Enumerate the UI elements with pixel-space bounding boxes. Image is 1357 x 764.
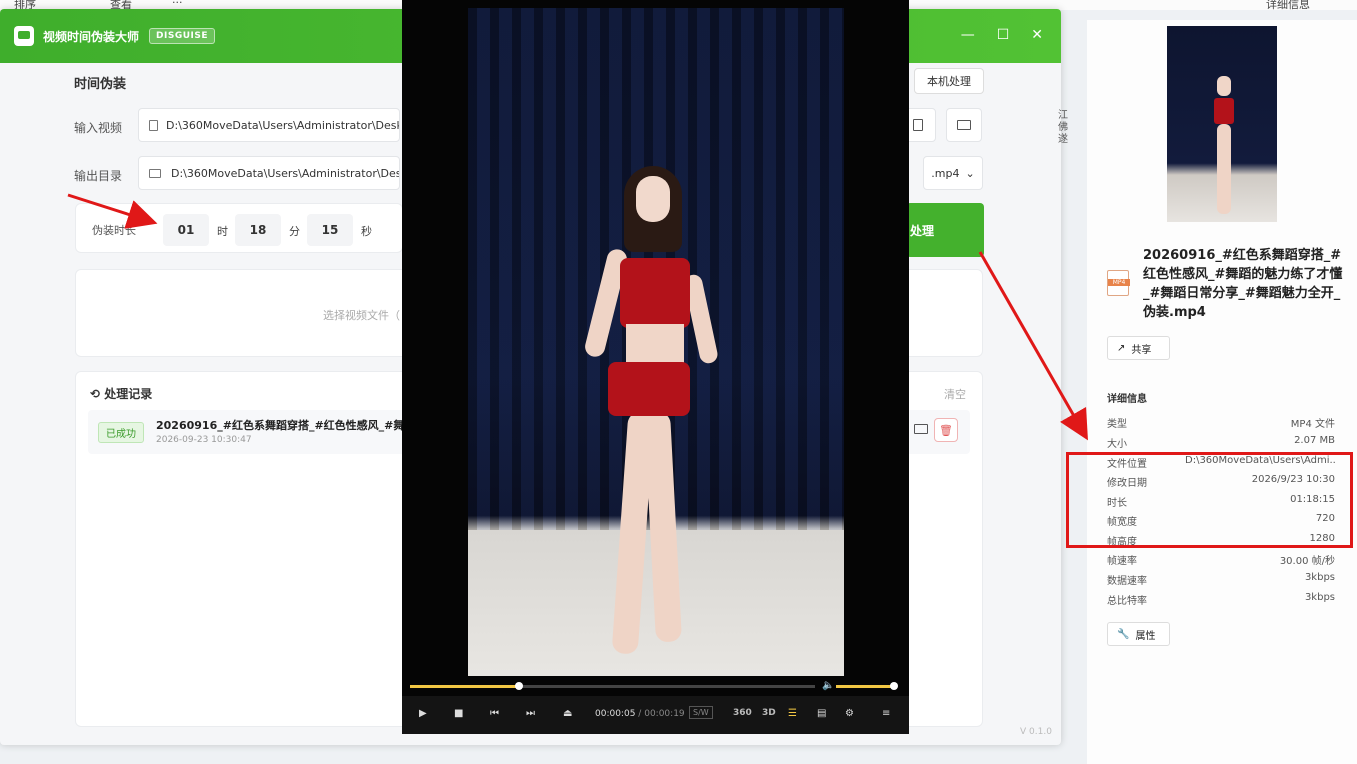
- app-logo-icon: [14, 26, 34, 46]
- detail-key: 类型: [1107, 419, 1127, 430]
- mp4-file-icon: MP4: [1107, 270, 1130, 296]
- section-title: 时间伪装: [74, 77, 127, 92]
- output-dir-field[interactable]: D:\360MoveData\Users\Administrator\Deskt…: [138, 156, 400, 190]
- maximize-icon[interactable]: ☐: [997, 27, 1010, 43]
- details-title: 详细信息: [1107, 394, 1147, 405]
- minutes-input[interactable]: 18: [235, 214, 281, 246]
- next-icon[interactable]: ⏭: [526, 708, 535, 719]
- eject-icon[interactable]: ⏏: [563, 708, 572, 719]
- volume-icon[interactable]: 🔈: [822, 680, 834, 691]
- file-icon-label: MP4: [1108, 279, 1130, 286]
- duration-label: 伪装时长: [92, 224, 136, 237]
- input-video-label: 输入视频: [74, 121, 123, 135]
- detail-key: 大小: [1107, 439, 1127, 450]
- video-player: 🔈 ▶ ■ ⏮ ⏭ ⏏ 00:00:05 / 00:00:19 S/W 360 …: [402, 0, 909, 734]
- playlist-search-icon[interactable]: ☰: [788, 708, 797, 719]
- menu-icon[interactable]: ≡: [882, 708, 890, 719]
- seconds-input[interactable]: 15: [307, 214, 353, 246]
- play-icon[interactable]: ▶: [419, 708, 427, 719]
- start-process-button[interactable]: 处理: [906, 203, 984, 257]
- trash-icon[interactable]: 🗑: [934, 418, 958, 442]
- subtitle-icon[interactable]: ▤: [817, 708, 826, 719]
- clear-button[interactable]: 清空: [944, 386, 966, 402]
- vr360-button[interactable]: 360: [733, 708, 752, 718]
- stop-icon[interactable]: ■: [454, 708, 463, 719]
- video-frame[interactable]: [468, 8, 844, 676]
- sw-toggle[interactable]: S/W: [689, 706, 713, 719]
- local-process-button[interactable]: 本机处理: [914, 68, 984, 94]
- detail-value: 3kbps: [1304, 592, 1335, 603]
- detail-value: 30.00 帧/秒: [1279, 556, 1335, 567]
- record-name: 20260916_#红色系舞蹈穿搭_#红色性感风_#舞蹈: [156, 419, 416, 432]
- output-dir-label: 输出目录: [74, 169, 123, 183]
- folder-icon[interactable]: [914, 420, 934, 440]
- volume-slider[interactable]: [836, 682, 898, 690]
- minimize-icon[interactable]: —: [961, 27, 975, 43]
- properties-button[interactable]: 🔧 属性: [1107, 622, 1170, 646]
- input-path-text: D:\360MoveData\Users\Administrator\Deskt…: [166, 118, 400, 132]
- seek-handle[interactable]: [515, 682, 524, 690]
- video-thumbnail: [1167, 26, 1277, 222]
- document-icon: [913, 119, 923, 131]
- hours-input[interactable]: 01: [163, 214, 209, 246]
- folder-icon: [957, 120, 971, 130]
- highlight-box: [1066, 452, 1353, 548]
- total-time: 00:00:19: [644, 709, 685, 719]
- current-time: 00:00:05: [595, 709, 636, 719]
- format-select[interactable]: .mp4 ⌄: [923, 156, 983, 190]
- player-controls: ▶ ■ ⏮ ⏭ ⏏ 00:00:05 / 00:00:19 S/W 360 3D…: [402, 696, 909, 734]
- details-toggle-button[interactable]: 详细信息: [1266, 0, 1310, 12]
- more-button[interactable]: ···: [172, 0, 183, 9]
- volume-handle[interactable]: [890, 682, 898, 690]
- format-value: .mp4: [931, 166, 960, 180]
- share-button[interactable]: ↗ 共享: [1107, 336, 1170, 360]
- hour-unit: 时: [217, 225, 228, 238]
- previous-icon[interactable]: ⏮: [490, 708, 499, 719]
- records-title-text: 处理记录: [104, 387, 153, 401]
- properties-label: 属性: [1135, 630, 1156, 642]
- second-unit: 秒: [361, 225, 372, 238]
- file-name: 20260916_#红色系舞蹈穿搭_#红色性感风_#舞蹈的魅力练了才懂_#舞蹈日…: [1143, 248, 1343, 320]
- version-label: V 0.1.0: [1020, 727, 1052, 737]
- disguise-badge: DISGUISE: [149, 28, 215, 44]
- detail-key: 帧速率: [1107, 556, 1137, 567]
- details-pane: MP4 20260916_#红色系舞蹈穿搭_#红色性感风_#舞蹈的魅力练了才懂_…: [1087, 20, 1357, 764]
- chevron-down-icon: ⌄: [965, 166, 975, 180]
- share-label: 共享: [1131, 344, 1152, 356]
- records-title: ⟲ 处理记录: [90, 385, 152, 402]
- time-separator: /: [638, 709, 642, 719]
- record-time: 2026-09-23 10:30:47: [156, 435, 252, 445]
- app-title: 视频时间伪装大师: [43, 29, 140, 44]
- wrench-icon: 🔧: [1117, 628, 1130, 640]
- seek-bar[interactable]: [410, 682, 815, 690]
- detail-value: 2.07 MB: [1294, 435, 1335, 446]
- share-icon: ↗: [1117, 342, 1126, 354]
- detail-value: 3kbps: [1304, 572, 1335, 583]
- file-icon: [149, 119, 158, 131]
- threed-button[interactable]: 3D: [762, 708, 776, 718]
- time-display: 00:00:05 / 00:00:19: [595, 709, 685, 719]
- side-strip-text: 江 佛 遂: [1058, 110, 1068, 145]
- gear-icon[interactable]: ⚙: [845, 708, 854, 719]
- drop-hint: 选择视频文件（: [323, 309, 400, 322]
- open-folder-button[interactable]: [946, 108, 982, 142]
- input-video-field[interactable]: D:\360MoveData\Users\Administrator\Deskt…: [138, 108, 400, 142]
- detail-key: 数据速率: [1107, 576, 1147, 587]
- close-icon[interactable]: ✕: [1031, 27, 1043, 43]
- minute-unit: 分: [289, 225, 300, 238]
- history-icon: ⟲: [90, 387, 105, 401]
- detail-value: MP4 文件: [1290, 419, 1335, 430]
- detail-key: 总比特率: [1107, 596, 1147, 607]
- duration-card: 伪装时长 01 时 18 分 15 秒: [75, 203, 403, 253]
- status-badge: 已成功: [98, 422, 144, 443]
- folder-icon: [149, 168, 161, 178]
- output-path-text: D:\360MoveData\Users\Administrator\Deskt…: [171, 166, 400, 180]
